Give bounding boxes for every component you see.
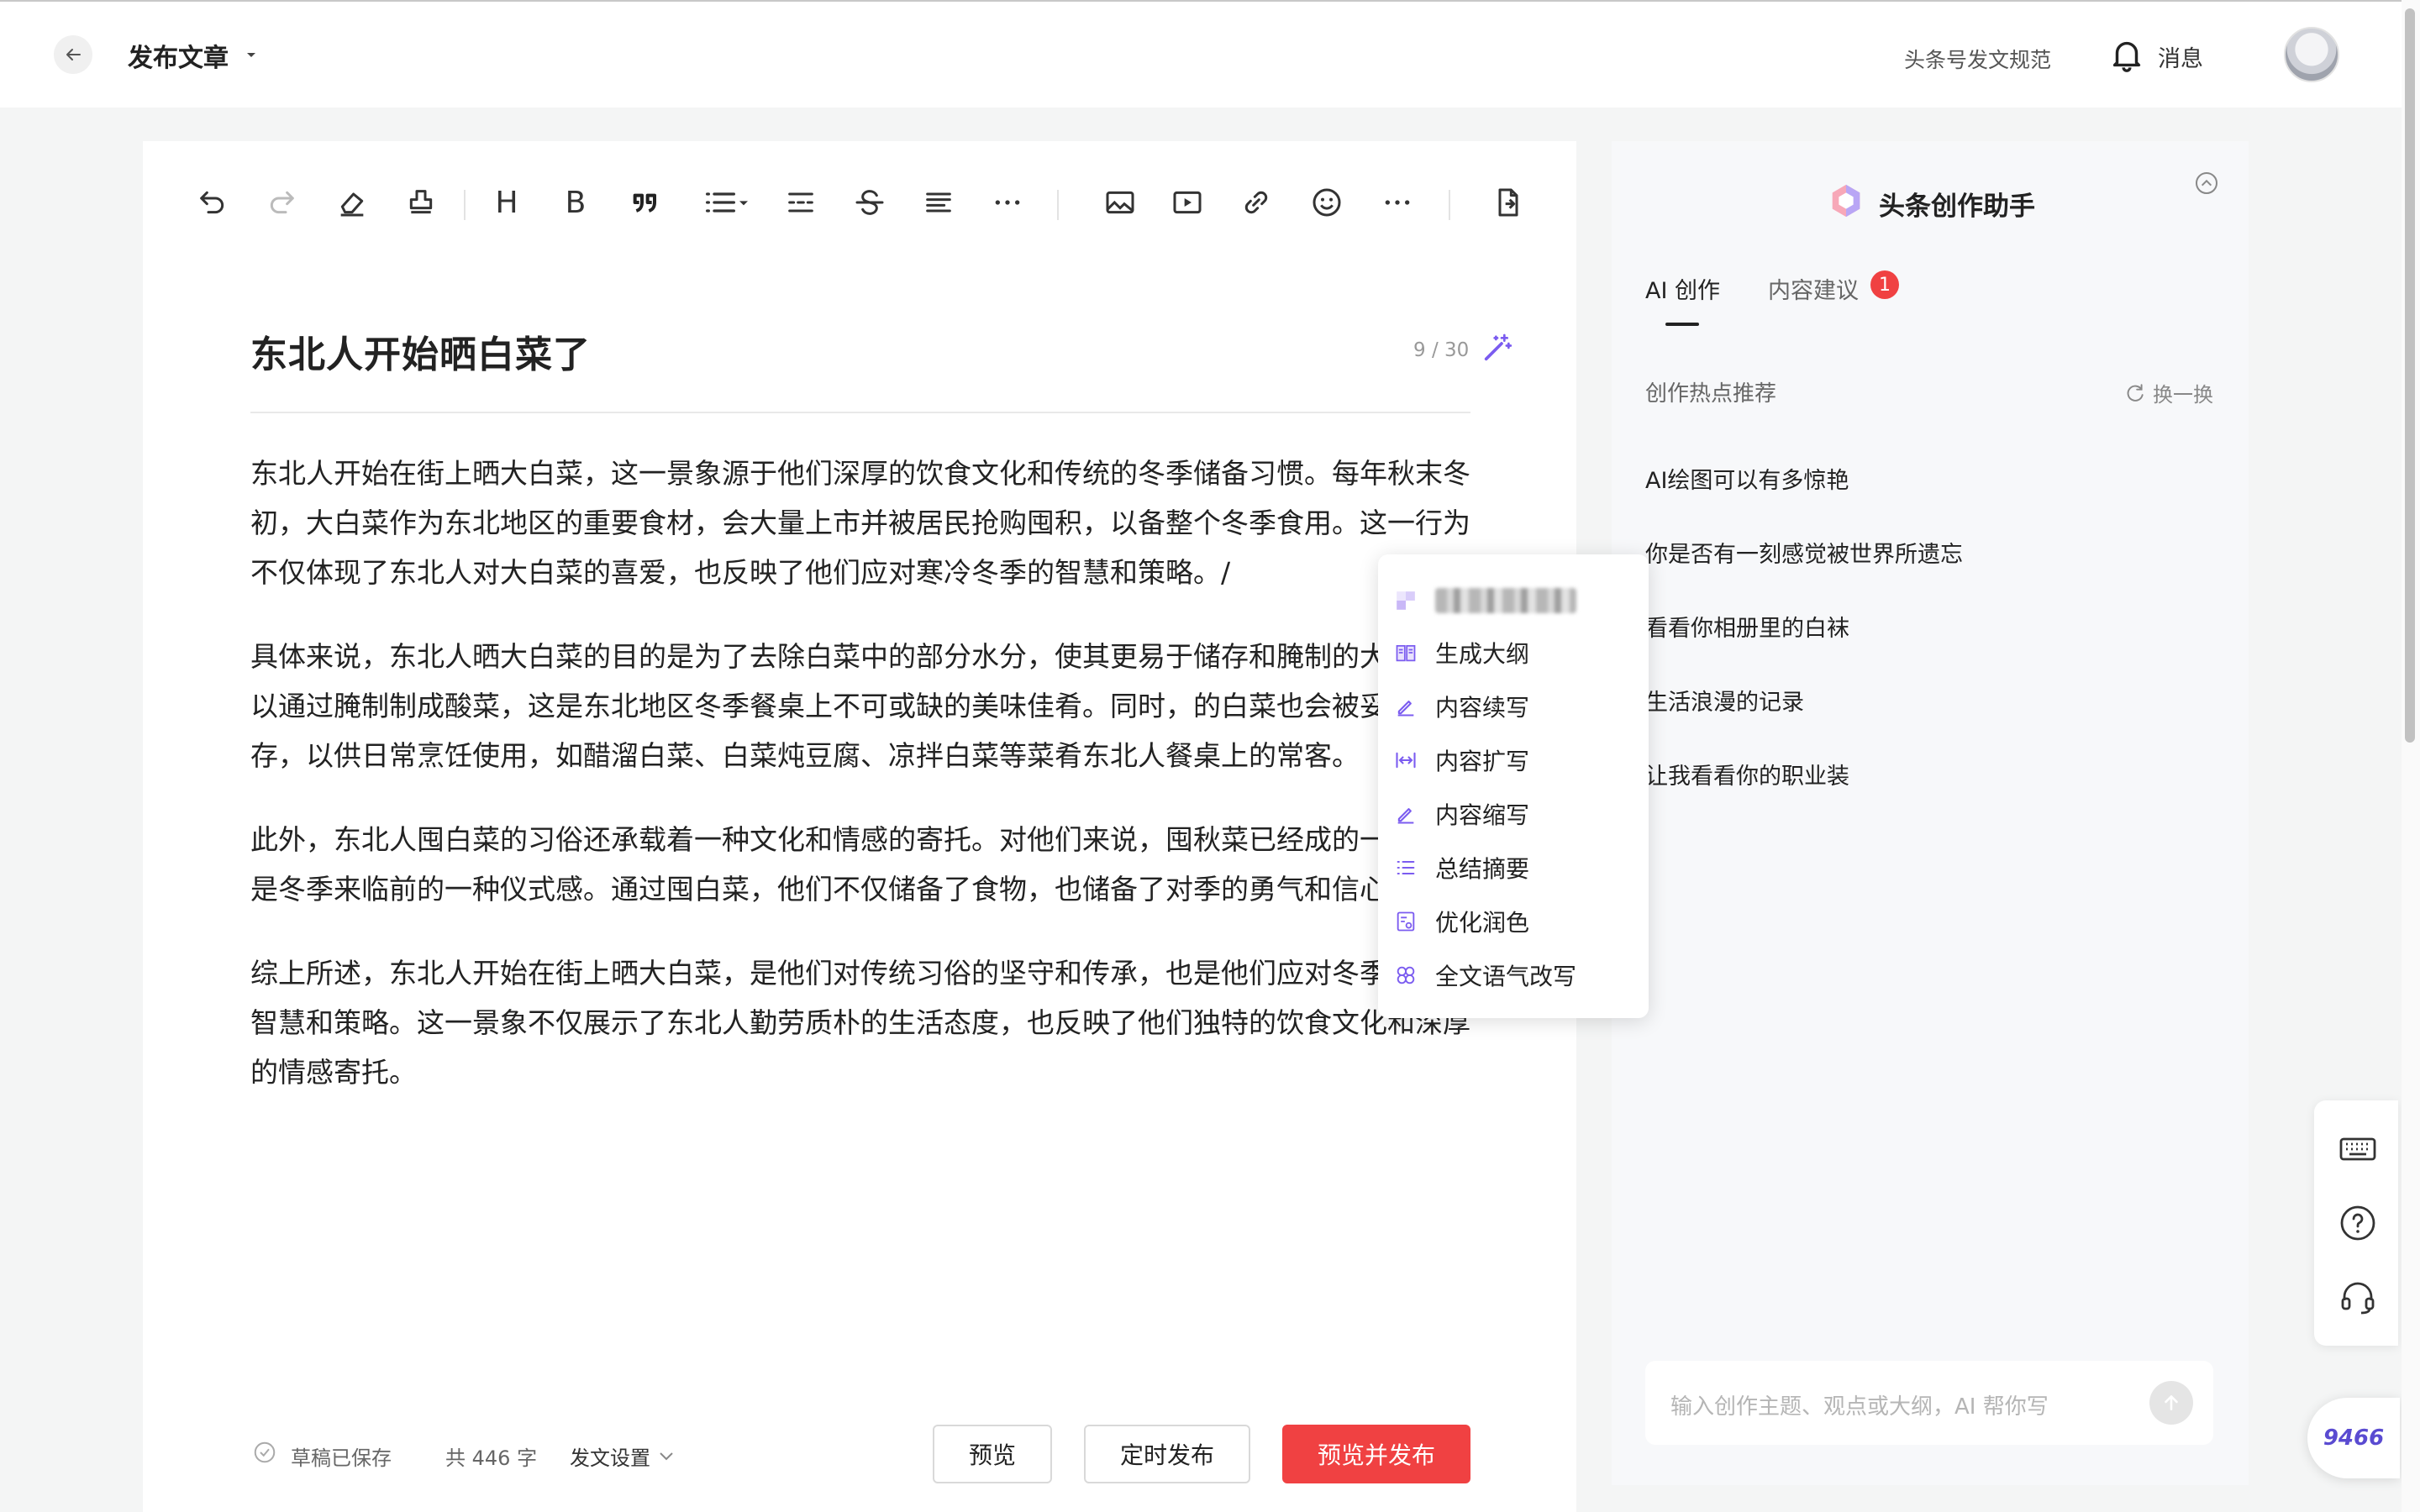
ai-grid-icon <box>1393 588 1418 613</box>
paragraph: 具体来说，东北人晒大白菜的目的是为了去除白菜中的部分水分，使其更易于储存和腌制的… <box>250 640 1470 772</box>
side-tools <box>2314 1100 2398 1346</box>
popup-item[interactable]: 生成大纲 <box>1393 632 1529 674</box>
emoji-icon[interactable] <box>1307 183 1346 222</box>
import-doc-icon[interactable] <box>1489 183 1528 222</box>
toolbar-divider <box>1057 190 1059 220</box>
more-icon[interactable] <box>1378 183 1417 222</box>
title-char-count: 9 / 30 <box>1413 339 1470 361</box>
strikethrough-icon[interactable] <box>850 183 889 222</box>
hot-topic-item[interactable]: AI绘图可以有多惊艳 <box>1645 462 1849 495</box>
popup-blurred-item[interactable] <box>1393 580 1576 622</box>
rules-link[interactable]: 头条号发文规范 <box>1904 44 2051 74</box>
pen-icon <box>1393 694 1418 719</box>
avatar[interactable] <box>2284 27 2339 82</box>
eraser-icon[interactable] <box>333 183 371 222</box>
redo-icon[interactable] <box>262 183 301 222</box>
divider-icon[interactable] <box>781 183 820 222</box>
undo-icon[interactable] <box>193 183 232 222</box>
hot-topics-header: 创作热点推荐 <box>1645 381 1777 407</box>
video-icon[interactable] <box>1168 183 1207 222</box>
preview-button[interactable]: 预览 <box>933 1425 1052 1483</box>
notification-badge: 1 <box>1870 270 1899 299</box>
popup-item[interactable]: 内容缩写 <box>1393 793 1529 835</box>
paragraph: 东北人开始在街上晒大白菜，这一景象源于他们深厚的饮食文化和传统的冬季储备习惯。每… <box>250 457 1470 589</box>
back-button[interactable] <box>54 35 92 74</box>
toolbar-divider <box>464 190 466 220</box>
heading-button[interactable]: H <box>487 183 526 222</box>
toolbar-divider <box>1449 190 1450 220</box>
collapse-icon[interactable] <box>2193 170 2220 200</box>
tab-content-suggestions[interactable]: 内容建议 <box>1768 272 1859 305</box>
popup-item[interactable]: 内容扩写 <box>1393 739 1529 781</box>
headset-icon[interactable] <box>2338 1277 2378 1317</box>
caret-down-icon[interactable] <box>245 47 257 63</box>
bold-button[interactable]: B <box>556 183 595 222</box>
link-icon[interactable] <box>1237 183 1276 222</box>
word-count: 共 446 字 <box>445 1446 538 1470</box>
quote-icon[interactable] <box>627 183 666 222</box>
check-circle-icon <box>252 1440 277 1468</box>
ai-command-popup: 生成大纲 内容续写 内容扩写 内容缩写 总结摘要 优化润色 全文语气改写 <box>1378 554 1649 1018</box>
article-title[interactable]: 东北人开始晒白菜了 <box>250 324 591 378</box>
image-icon[interactable] <box>1101 183 1139 222</box>
page-title[interactable]: 发布文章 <box>128 37 229 74</box>
title-divider <box>250 412 1470 413</box>
hot-topic-item[interactable]: 生活浪漫的记录 <box>1645 684 1804 717</box>
editor-panel: H B 东北人开始晒白菜了 9 / 30 东北人开始在街上晒大白菜，这一景象源于… <box>143 141 1576 1512</box>
paragraph: 综上所述，东北人开始在街上晒大白菜，是他们对传统习俗的坚守和传承，也是他们应对冬… <box>250 957 1470 1089</box>
assistant-logo-icon <box>1827 181 1865 223</box>
blurred-label <box>1435 588 1576 613</box>
pen-icon <box>1393 801 1418 827</box>
chevron-down-icon <box>660 1452 673 1460</box>
hot-topic-item[interactable]: 看看你相册里的白袜 <box>1645 610 1849 643</box>
editor-toolbar: H B <box>193 175 1538 230</box>
more-icon[interactable] <box>988 183 1027 222</box>
saved-status: 草稿已保存 <box>291 1446 392 1470</box>
top-bar: 发布文章 头条号发文规范 消息 <box>0 0 2420 108</box>
floating-badge-label: 9466 <box>2323 1425 2385 1451</box>
polish-icon <box>1393 909 1418 934</box>
bell-icon[interactable] <box>2107 35 2146 77</box>
scrollbar-thumb[interactable] <box>2405 8 2415 743</box>
arrow-up-icon <box>2165 1395 2178 1410</box>
schedule-button[interactable]: 定时发布 <box>1084 1425 1250 1483</box>
arrow-left-icon <box>66 49 81 60</box>
popup-item[interactable]: 内容续写 <box>1393 685 1529 727</box>
post-settings-label: 发文设置 <box>570 1446 650 1470</box>
popup-item[interactable]: 全文语气改写 <box>1393 954 1576 996</box>
ai-prompt-input[interactable]: 输入创作主题、观点或大纲，AI 帮你写 <box>1645 1361 2213 1445</box>
refresh-icon <box>2127 383 2144 402</box>
help-icon[interactable] <box>2338 1203 2378 1243</box>
ai-assistant-panel: 头条创作助手 AI 创作 内容建议 1 创作热点推荐 换一换 AI绘图可以有多惊… <box>1612 141 2249 1485</box>
align-icon[interactable] <box>919 183 958 222</box>
hot-topic-item[interactable]: 让我看看你的职业装 <box>1645 758 1849 790</box>
expand-icon <box>1393 748 1418 773</box>
format-brush-icon[interactable] <box>402 183 440 222</box>
active-tab-indicator <box>1665 323 1699 326</box>
keyboard-icon[interactable] <box>2338 1129 2378 1169</box>
book-icon <box>1393 640 1418 665</box>
post-settings[interactable]: 发文设置 <box>570 1441 674 1471</box>
messages-label[interactable]: 消息 <box>2158 40 2203 73</box>
popup-item[interactable]: 优化润色 <box>1393 900 1529 942</box>
tab-ai-create[interactable]: AI 创作 <box>1645 272 1720 305</box>
refresh-button[interactable]: 换一换 <box>2124 378 2213 407</box>
article-body[interactable]: 东北人开始在街上晒大白菜，这一景象源于他们深厚的饮食文化和传统的冬季储备习惯。每… <box>250 449 1477 1131</box>
ai-prompt-placeholder: 输入创作主题、观点或大纲，AI 帮你写 <box>1670 1394 2049 1420</box>
hot-topic-item[interactable]: 你是否有一刻感觉被世界所遗忘 <box>1645 536 1963 569</box>
paragraph: 此外，东北人囤白菜的习俗还承载着一种文化和情感的寄托。对他们来说，囤秋菜已经成的… <box>250 823 1470 906</box>
list-icon <box>1393 855 1418 880</box>
assistant-title: 头条创作助手 <box>1879 192 2035 222</box>
send-button[interactable] <box>2149 1381 2193 1425</box>
popup-item[interactable]: 总结摘要 <box>1393 847 1529 889</box>
floating-badge[interactable]: 9466 <box>2307 1398 2400 1478</box>
magic-wand-icon[interactable] <box>1481 331 1514 368</box>
publish-button[interactable]: 预览并发布 <box>1282 1425 1470 1483</box>
list-dropdown-icon[interactable] <box>697 183 756 222</box>
clover-icon <box>1393 963 1418 988</box>
refresh-label: 换一换 <box>2153 383 2213 407</box>
